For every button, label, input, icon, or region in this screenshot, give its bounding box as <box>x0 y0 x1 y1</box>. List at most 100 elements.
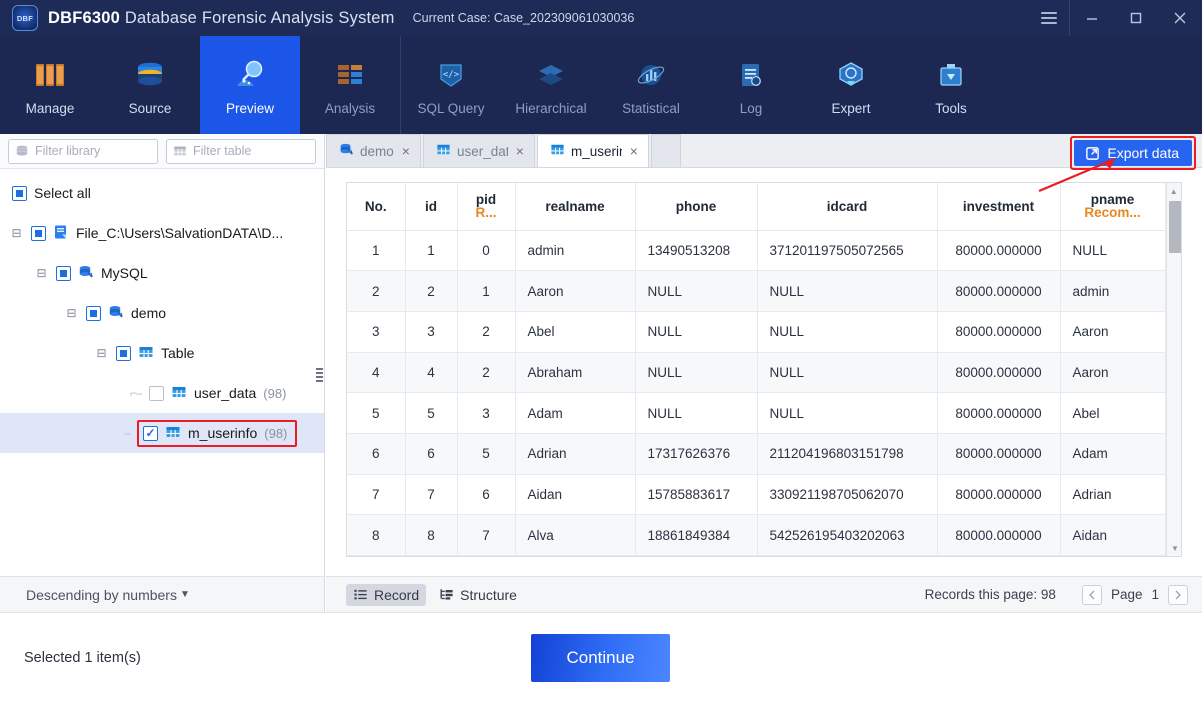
close-icon[interactable]: × <box>516 143 524 159</box>
cell-pid: 7 <box>457 514 516 556</box>
cell-no: 2 <box>347 270 406 312</box>
nav-label: SQL Query <box>417 100 485 116</box>
main-menu-button[interactable] <box>1028 0 1070 36</box>
nav-label: Expert <box>831 100 871 116</box>
cell-realname: Aaron <box>515 270 636 312</box>
tree-checkbox[interactable] <box>116 345 131 361</box>
column-header-idcard[interactable]: idcard <box>757 183 938 231</box>
nav-item-log[interactable]: Log <box>701 36 801 134</box>
data-grid: No. id pid R... realname phone idcard in… <box>346 182 1182 557</box>
tree-row-m-userinfo[interactable]: -- ✓ m_userinfo (98) <box>0 413 324 453</box>
sort-dropdown[interactable]: Descending by numbers ▼ <box>0 576 324 612</box>
tree-row-user-data[interactable]: ⌐-- user_data (98) <box>0 373 324 413</box>
nav-label: Log <box>739 100 763 116</box>
filter-table-input[interactable]: Filter table <box>166 138 316 164</box>
tree-row-table[interactable]: ⊟ Table <box>0 333 324 373</box>
cell-no: 1 <box>347 230 406 272</box>
tree-row-demo[interactable]: ⊟ demo <box>0 293 324 333</box>
select-all-checkbox[interactable] <box>12 185 27 201</box>
cell-phone: 17317626376 <box>635 433 758 475</box>
database-tree: Select all ⊟ File_C:\Users\SalvationDATA… <box>0 169 324 453</box>
column-header-no[interactable]: No. <box>347 183 406 231</box>
next-page-button[interactable] <box>1168 584 1188 605</box>
close-button[interactable] <box>1158 0 1202 36</box>
scrollbar-thumb[interactable] <box>1168 201 1181 253</box>
database-icon <box>132 55 168 95</box>
tree-row-mysql[interactable]: ⊟ MySQL <box>0 253 324 293</box>
view-toggle-structure[interactable]: Structure <box>432 584 524 606</box>
table-row[interactable]: 1 1 0 admin 13490513208 3712011975050725… <box>347 230 1166 272</box>
navigation-ribbon: Manage Source Preview Analysis </> SQL Q… <box>0 36 1202 134</box>
panel-resize-grip[interactable] <box>316 362 323 388</box>
nav-item-sql-query[interactable]: </> SQL Query <box>401 36 501 134</box>
nav-item-analysis[interactable]: Analysis <box>300 36 400 134</box>
cell-realname: Abel <box>515 311 636 353</box>
table-icon <box>138 344 154 363</box>
nav-item-statistical[interactable]: Statistical <box>601 36 701 134</box>
prev-page-button[interactable] <box>1081 584 1102 605</box>
tree-checkbox[interactable] <box>31 225 46 241</box>
column-header-id[interactable]: id <box>405 183 458 231</box>
annotation-arrow-icon <box>1038 157 1116 193</box>
tab-user-data[interactable]: user_data × <box>422 134 535 167</box>
statistical-chart-icon <box>633 55 669 95</box>
continue-button[interactable]: Continue <box>531 634 670 682</box>
collapse-expander-icon[interactable]: ⊟ <box>94 346 109 361</box>
nav-item-expert[interactable]: Expert <box>801 36 901 134</box>
database-icon <box>16 145 28 156</box>
cell-realname: Abraham <box>515 352 636 394</box>
nav-item-manage[interactable]: Manage <box>0 36 100 134</box>
tree-checkbox[interactable]: ✓ <box>143 425 158 441</box>
cell-pname: Abel <box>1060 392 1166 434</box>
filter-table-placeholder: Filter table <box>193 144 252 158</box>
nav-label: Manage <box>25 100 75 116</box>
collapse-expander-icon[interactable]: ⊟ <box>9 226 24 241</box>
tree-row-select-all[interactable]: Select all <box>0 173 324 213</box>
cell-idcard: 211204196803151798 <box>757 433 938 475</box>
analysis-icon <box>332 55 368 95</box>
minimize-button[interactable] <box>1070 0 1114 36</box>
cell-phone: NULL <box>635 270 758 312</box>
column-header-pid[interactable]: pid R... <box>457 183 516 231</box>
collapse-expander-icon[interactable]: ⊟ <box>64 306 79 321</box>
scroll-up-button[interactable]: ▲ <box>1167 183 1182 199</box>
table-row[interactable]: 5 5 3 Adam NULL NULL 80000.000000 Abel <box>347 392 1166 434</box>
page-number[interactable]: 1 <box>1151 587 1159 602</box>
nav-item-preview[interactable]: Preview <box>200 36 300 134</box>
tree-checkbox[interactable] <box>149 385 164 401</box>
table-icon <box>550 142 565 160</box>
tree-row-file[interactable]: ⊟ File_C:\Users\SalvationDATA\D... <box>0 213 324 253</box>
table-row[interactable]: 3 3 2 Abel NULL NULL 80000.000000 Aaron <box>347 311 1166 353</box>
table-row[interactable]: 6 6 5 Adrian 17317626376 211204196803151… <box>347 433 1166 475</box>
collapse-expander-icon[interactable]: ⊟ <box>34 266 49 281</box>
sort-label: Descending by numbers <box>26 586 177 603</box>
column-header-phone[interactable]: phone <box>635 183 758 231</box>
nav-item-tools[interactable]: Tools <box>901 36 1001 134</box>
view-toggle-record[interactable]: Record <box>346 583 427 606</box>
nav-item-hierarchical[interactable]: Hierarchical <box>501 36 601 134</box>
filter-library-input[interactable]: Filter library <box>8 138 158 164</box>
minimize-icon <box>1087 18 1097 20</box>
close-icon[interactable]: × <box>402 143 410 159</box>
nav-label: Tools <box>935 100 967 116</box>
tab-m-userinfo[interactable]: m_userinfo × <box>536 134 649 167</box>
close-icon[interactable]: × <box>630 143 638 159</box>
database-icon <box>339 142 354 160</box>
nav-item-source[interactable]: Source <box>100 36 200 134</box>
grid-vertical-scrollbar[interactable]: ▲ ▼ <box>1165 183 1184 556</box>
tree-connector-icon: ⌐-- <box>130 386 143 400</box>
tree-row-count: (98) <box>264 425 288 441</box>
tab-label: demo <box>360 143 394 159</box>
record-label: Record <box>374 586 420 603</box>
tab-demo[interactable]: demo × <box>326 134 421 167</box>
table-row[interactable]: 7 7 6 Aidan 15785883617 3309211987050620… <box>347 474 1166 516</box>
tree-checkbox[interactable] <box>56 265 71 281</box>
table-row[interactable]: 4 4 2 Abraham NULL NULL 80000.000000 Aar… <box>347 352 1166 394</box>
table-row[interactable]: 8 8 7 Alva 18861849384 54252619540320206… <box>347 514 1166 556</box>
maximize-button[interactable] <box>1114 0 1158 36</box>
column-header-realname[interactable]: realname <box>515 183 636 231</box>
scroll-down-button[interactable]: ▼ <box>1167 540 1184 556</box>
nav-label: Hierarchical <box>515 100 587 116</box>
tree-checkbox[interactable] <box>86 305 101 321</box>
table-row[interactable]: 2 2 1 Aaron NULL NULL 80000.000000 admin <box>347 270 1166 312</box>
